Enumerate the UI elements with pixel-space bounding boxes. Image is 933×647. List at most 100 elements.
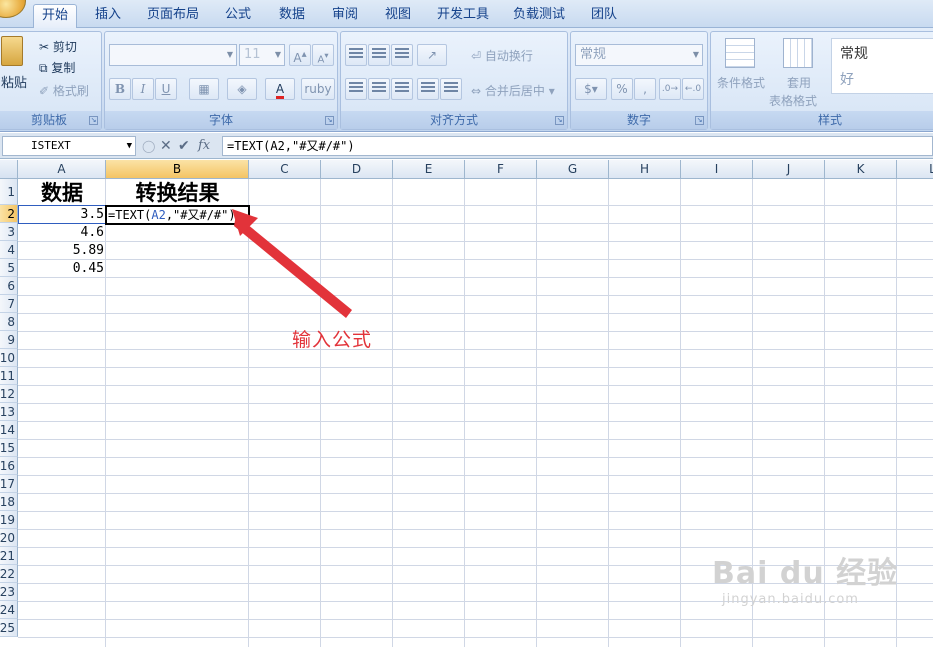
column-header-d[interactable]: D: [321, 160, 393, 179]
column-header-l[interactable]: L: [897, 160, 933, 179]
tab-developer[interactable]: 开发工具: [430, 4, 496, 28]
name-box[interactable]: ISTEXT ▼: [2, 136, 136, 156]
table-format-button[interactable]: 表格格式: [769, 92, 817, 109]
enter-check-icon[interactable]: ✔: [178, 136, 190, 156]
cell-a5[interactable]: 0.45: [18, 260, 104, 278]
row-header-3[interactable]: 3: [0, 223, 18, 241]
row-header-13[interactable]: 13: [0, 403, 18, 421]
column-header-j[interactable]: J: [753, 160, 825, 179]
decrease-indent-icon[interactable]: [417, 78, 439, 100]
select-all-button[interactable]: [0, 160, 18, 179]
font-size-dropdown[interactable]: 11 ▼: [239, 44, 285, 66]
cell-a3[interactable]: 4.6: [18, 224, 104, 242]
row-header-11[interactable]: 11: [0, 367, 18, 385]
row-header-9[interactable]: 9: [0, 331, 18, 349]
row-header-19[interactable]: 19: [0, 511, 18, 529]
comma-button[interactable]: ,: [634, 78, 656, 100]
row-header-21[interactable]: 21: [0, 547, 18, 565]
decrease-decimal-icon[interactable]: ←.0: [682, 78, 704, 100]
column-header-h[interactable]: H: [609, 160, 681, 179]
row-header-14[interactable]: 14: [0, 421, 18, 439]
align-left-icon[interactable]: [345, 78, 367, 100]
shrink-font-button[interactable]: A▾: [312, 44, 334, 66]
align-right-icon[interactable]: [391, 78, 413, 100]
row-header-2[interactable]: 2: [0, 205, 18, 223]
row-header-15[interactable]: 15: [0, 439, 18, 457]
active-cell-b2[interactable]: =TEXT(A2,"#又#/#"): [105, 205, 250, 225]
tab-data[interactable]: 数据: [270, 4, 314, 28]
cell-b1[interactable]: 转换结果: [106, 180, 249, 205]
format-painter-button[interactable]: ✐ 格式刷: [39, 82, 89, 99]
align-center-icon[interactable]: [368, 78, 390, 100]
column-header-c[interactable]: C: [249, 160, 321, 179]
dialog-launcher-icon[interactable]: ↘: [695, 116, 704, 125]
align-top-icon[interactable]: [345, 44, 367, 66]
tab-review[interactable]: 审阅: [323, 4, 367, 28]
dialog-launcher-icon[interactable]: ↘: [325, 116, 334, 125]
conditional-format-button[interactable]: 条件格式: [717, 74, 765, 91]
wrap-text-button[interactable]: ⏎ 自动换行: [471, 47, 533, 64]
row-header-10[interactable]: 10: [0, 349, 18, 367]
row-header-8[interactable]: 8: [0, 313, 18, 331]
tab-insert[interactable]: 插入: [86, 4, 130, 28]
style-good[interactable]: 好: [840, 69, 854, 89]
cut-button[interactable]: ✂ 剪切: [39, 38, 77, 55]
increase-decimal-icon[interactable]: .0→: [659, 78, 681, 100]
row-header-7[interactable]: 7: [0, 295, 18, 313]
cell-a2[interactable]: 3.5: [18, 206, 104, 224]
column-header-k[interactable]: K: [825, 160, 897, 179]
font-color-icon[interactable]: A: [265, 78, 295, 100]
office-button[interactable]: [0, 0, 26, 18]
style-normal[interactable]: 常规: [840, 43, 868, 63]
fill-color-icon[interactable]: ◈: [227, 78, 257, 100]
formula-input[interactable]: =TEXT(A2,"#又#/#"): [222, 136, 933, 156]
grow-font-button[interactable]: A▴: [289, 44, 311, 66]
dialog-launcher-icon[interactable]: ↘: [555, 116, 564, 125]
row-header-25[interactable]: 25: [0, 619, 18, 637]
cell-a1[interactable]: 数据: [18, 180, 106, 205]
column-header-b[interactable]: B: [106, 160, 249, 179]
italic-button[interactable]: I: [132, 78, 154, 100]
function-icon[interactable]: fx: [198, 136, 210, 156]
align-middle-icon[interactable]: [368, 44, 390, 66]
row-header-17[interactable]: 17: [0, 475, 18, 493]
tab-home[interactable]: 开始: [33, 4, 77, 28]
table-format-label-1[interactable]: 套用: [787, 74, 811, 91]
row-header-4[interactable]: 4: [0, 241, 18, 259]
orientation-icon[interactable]: ↗: [417, 44, 447, 66]
tab-formulas[interactable]: 公式: [216, 4, 260, 28]
tab-view[interactable]: 视图: [376, 4, 420, 28]
phonetic-icon[interactable]: ruby: [301, 78, 335, 100]
row-header-18[interactable]: 18: [0, 493, 18, 511]
column-header-a[interactable]: A: [18, 160, 106, 179]
tab-team[interactable]: 团队: [582, 4, 626, 28]
tab-load-test[interactable]: 负载测试: [506, 4, 572, 28]
row-header-16[interactable]: 16: [0, 457, 18, 475]
percent-button[interactable]: %: [611, 78, 633, 100]
row-header-23[interactable]: 23: [0, 583, 18, 601]
row-header-20[interactable]: 20: [0, 529, 18, 547]
currency-icon[interactable]: $▾: [575, 78, 607, 100]
dialog-launcher-icon[interactable]: ↘: [89, 116, 98, 125]
borders-icon[interactable]: ▦: [189, 78, 219, 100]
tab-page-layout[interactable]: 页面布局: [140, 4, 206, 28]
cell-a4[interactable]: 5.89: [18, 242, 104, 260]
column-header-i[interactable]: I: [681, 160, 753, 179]
column-header-e[interactable]: E: [393, 160, 465, 179]
row-header-12[interactable]: 12: [0, 385, 18, 403]
underline-button[interactable]: U: [155, 78, 177, 100]
cancel-icon[interactable]: ✕: [160, 136, 172, 156]
bold-button[interactable]: B: [109, 78, 131, 100]
merge-center-button[interactable]: ⇔ 合并后居中 ▾: [471, 82, 555, 99]
row-header-24[interactable]: 24: [0, 601, 18, 619]
column-header-f[interactable]: F: [465, 160, 537, 179]
row-header-22[interactable]: 22: [0, 565, 18, 583]
increase-indent-icon[interactable]: [440, 78, 462, 100]
font-family-dropdown[interactable]: ▼: [109, 44, 237, 66]
number-format-dropdown[interactable]: 常规 ▼: [575, 44, 703, 66]
row-header-1[interactable]: 1: [0, 179, 18, 205]
row-header-6[interactable]: 6: [0, 277, 18, 295]
paste-button[interactable]: 粘贴: [1, 72, 27, 91]
row-header-5[interactable]: 5: [0, 259, 18, 277]
column-header-g[interactable]: G: [537, 160, 609, 179]
